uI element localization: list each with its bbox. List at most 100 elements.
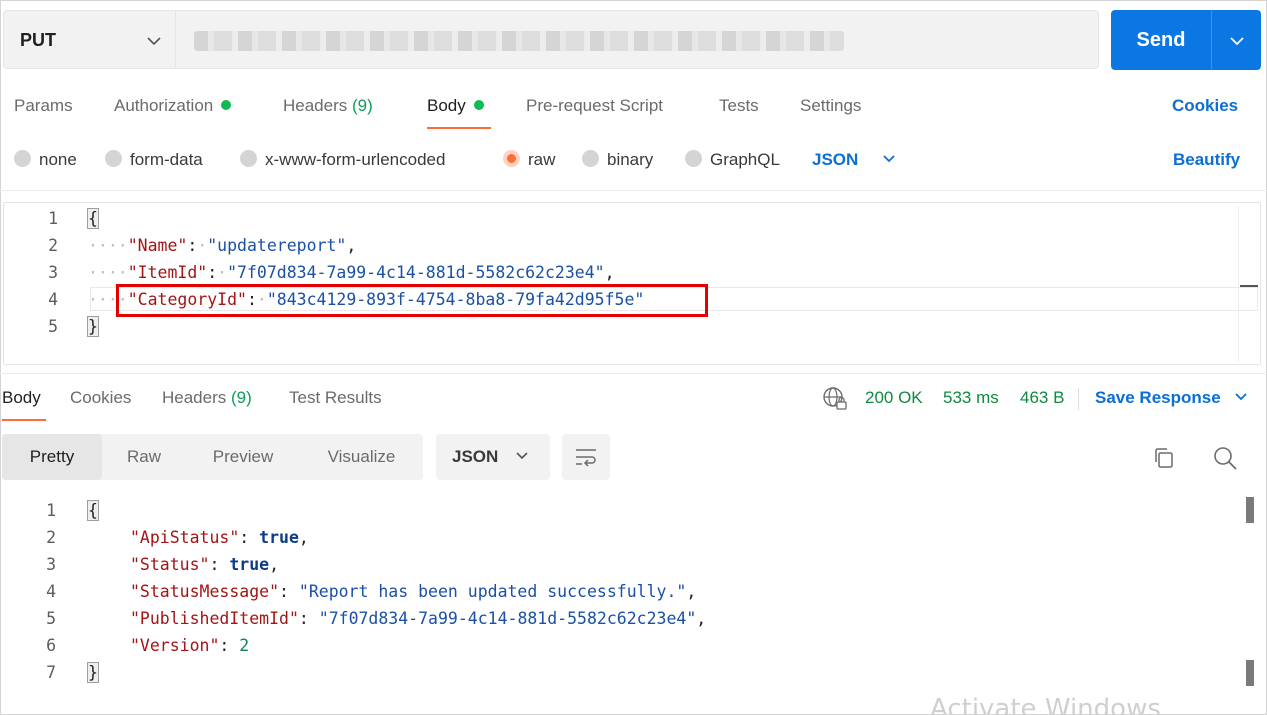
radio-label: GraphQL <box>710 150 780 169</box>
view-pretty[interactable]: Pretty <box>2 434 102 480</box>
view-preview[interactable]: Preview <box>186 434 300 480</box>
tab-settings[interactable]: Settings <box>800 96 861 116</box>
tab-body[interactable]: Body <box>427 96 484 116</box>
response-scrollbar-thumb[interactable] <box>1246 497 1254 523</box>
code-line: "PublishedItemId": "7f07d834-7a99-4c14-8… <box>130 609 707 628</box>
json-key: "ItemId" <box>127 263 208 282</box>
method-select[interactable]: PUT <box>3 10 175 69</box>
response-tab-body[interactable]: Body <box>2 388 41 408</box>
copy-icon[interactable] <box>1152 446 1176 470</box>
status-code[interactable]: 200 OK <box>865 388 923 408</box>
tab-pre-request-script[interactable]: Pre-request Script <box>526 96 663 116</box>
tab-label: Params <box>14 96 73 115</box>
json-comma: , <box>604 263 615 282</box>
radio-graphql[interactable]: GraphQL <box>685 150 780 170</box>
json-value: true <box>229 555 270 574</box>
response-scrollbar-thumb[interactable] <box>1246 660 1254 686</box>
tab-count: (9) <box>352 96 373 115</box>
save-response-button[interactable]: Save Response <box>1095 388 1249 408</box>
windows-activation-watermark: Activate Windows <box>930 694 1161 715</box>
divider <box>0 373 1267 374</box>
code-line: { <box>87 208 99 229</box>
tab-label: Body <box>427 96 466 115</box>
code-line: "ApiStatus": true, <box>130 528 309 547</box>
view-visualize[interactable]: Visualize <box>300 434 423 480</box>
redacted-url <box>194 31 844 51</box>
tab-label: Test Results <box>289 388 382 407</box>
open-brace: { <box>87 500 99 521</box>
line-number: 6 <box>46 636 56 655</box>
globe-lock-icon[interactable] <box>822 386 848 412</box>
radio-circle <box>14 150 31 167</box>
line-number: 5 <box>48 317 58 336</box>
json-value: true <box>259 528 299 547</box>
json-value: "7f07d834-7a99-4c14-881d-5582c62c23e4" <box>318 609 697 628</box>
line-number: 4 <box>48 290 58 309</box>
send-options-button[interactable] <box>1212 10 1261 70</box>
chevron-down-icon <box>516 452 528 460</box>
json-comma: , <box>686 582 697 601</box>
json-comma: , <box>298 528 309 547</box>
radio-x-www-form-urlencoded[interactable]: x-www-form-urlencoded <box>240 150 445 170</box>
tab-label: Pre-request Script <box>526 96 663 115</box>
line-number: 4 <box>46 582 56 601</box>
json-key: "StatusMessage" <box>130 582 280 601</box>
line-number: 1 <box>46 501 56 520</box>
tab-params[interactable]: Params <box>14 96 73 116</box>
line-number: 5 <box>46 609 56 628</box>
view-raw[interactable]: Raw <box>102 434 186 480</box>
response-tab-headers[interactable]: Headers (9) <box>162 388 252 408</box>
response-tab-cookies[interactable]: Cookies <box>70 388 131 408</box>
line-number: 3 <box>48 263 58 282</box>
divider <box>0 190 1267 191</box>
search-icon[interactable] <box>1212 445 1238 471</box>
radio-none[interactable]: none <box>14 150 77 170</box>
tab-label: Settings <box>800 96 862 115</box>
radio-label: form-data <box>130 150 203 169</box>
response-time[interactable]: 533 ms <box>943 388 999 408</box>
json-comma: , <box>346 236 357 255</box>
response-tab-test-results[interactable]: Test Results <box>289 388 382 408</box>
annotation-highlight-box <box>116 284 708 317</box>
view-mode-toggle: Pretty Raw Preview Visualize <box>2 434 423 480</box>
response-size[interactable]: 463 B <box>1020 388 1064 408</box>
tab-headers[interactable]: Headers (9) <box>283 96 373 116</box>
response-format-select[interactable]: JSON <box>436 434 550 480</box>
chevron-down-icon <box>1235 393 1248 401</box>
line-number: 1 <box>48 209 58 228</box>
beautify-link[interactable]: Beautify <box>1173 150 1240 170</box>
language-select[interactable]: JSON <box>812 150 897 170</box>
wrap-lines-button[interactable] <box>562 434 610 480</box>
send-button[interactable]: Send <box>1111 10 1211 70</box>
radio-form-data[interactable]: form-data <box>105 150 203 170</box>
radio-raw[interactable]: raw <box>503 150 555 170</box>
radio-circle-selected <box>503 150 520 167</box>
active-tab-indicator <box>427 127 491 129</box>
tab-authorization[interactable]: Authorization <box>114 96 232 116</box>
line-number: 7 <box>46 663 56 682</box>
status-dot <box>221 100 232 110</box>
json-key: "ApiStatus" <box>130 528 240 547</box>
chevron-down-icon <box>147 37 161 46</box>
status-dot <box>473 100 484 110</box>
code-line: ····"Name":·"updatereport", <box>88 236 357 255</box>
cookies-link[interactable]: Cookies <box>1172 96 1238 116</box>
tab-count: (9) <box>231 388 252 407</box>
radio-label: none <box>39 150 77 169</box>
code-line: ····"ItemId":·"7f07d834-7a99-4c14-881d-5… <box>88 263 615 282</box>
tab-label: Headers <box>162 388 227 407</box>
code-line: "Version": 2 <box>130 636 250 655</box>
json-comma: , <box>269 555 280 574</box>
tab-label: Body <box>2 388 41 407</box>
code-line: } <box>87 316 99 337</box>
radio-binary[interactable]: binary <box>582 150 653 170</box>
tab-label: Headers <box>283 96 348 115</box>
chevron-down-icon <box>883 155 895 163</box>
close-brace: } <box>87 316 99 337</box>
tab-tests[interactable]: Tests <box>719 96 759 116</box>
json-comma: , <box>696 609 707 628</box>
editor-scrollbar-marker <box>1240 285 1258 287</box>
json-key: "Version" <box>130 636 220 655</box>
code-line: "Status": true, <box>130 555 280 574</box>
url-input[interactable] <box>175 10 1099 69</box>
